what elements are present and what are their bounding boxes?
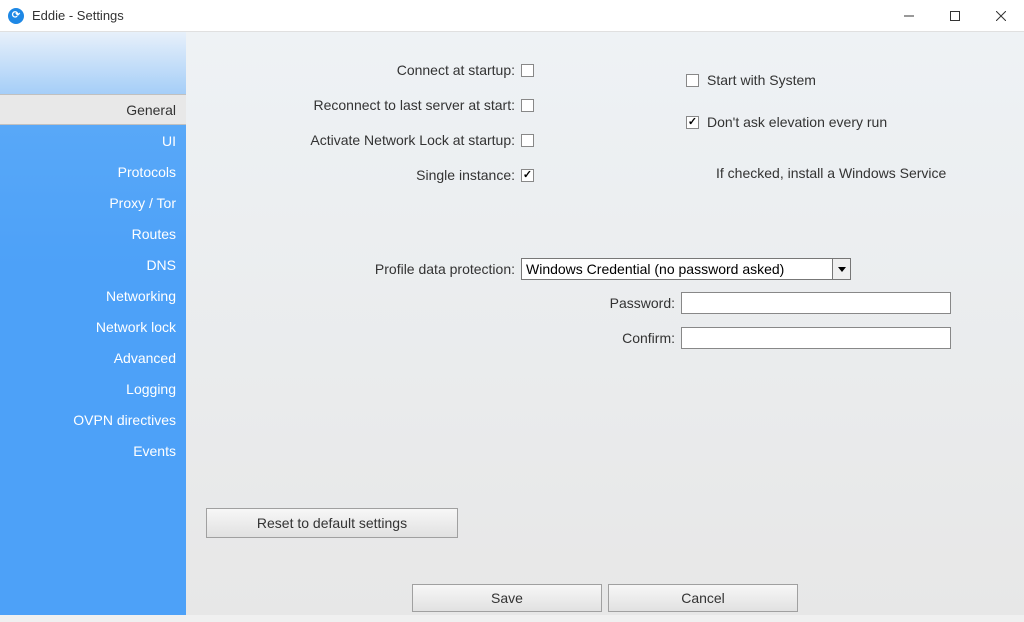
profile-protection-select[interactable]: Windows Credential (no password asked): [521, 258, 851, 280]
window-controls: [886, 0, 1024, 32]
cancel-button-label: Cancel: [681, 590, 725, 606]
confirm-label: Confirm:: [186, 330, 681, 346]
sidebar-item-routes[interactable]: Routes: [0, 218, 186, 249]
reconnect-last-checkbox[interactable]: [521, 99, 534, 112]
profile-protection-value: Windows Credential (no password asked): [526, 261, 784, 277]
reconnect-last-label: Reconnect to last server at start:: [186, 97, 521, 113]
sidebar-item-network-lock[interactable]: Network lock: [0, 311, 186, 342]
close-button[interactable]: [978, 0, 1024, 32]
single-instance-label: Single instance:: [186, 167, 521, 183]
activate-netlock-label: Activate Network Lock at startup:: [186, 132, 521, 148]
sidebar-item-label: Events: [133, 443, 176, 459]
sidebar-item-label: Routes: [132, 226, 176, 242]
password-label: Password:: [186, 295, 681, 311]
start-with-system-checkbox[interactable]: [686, 74, 699, 87]
sidebar-item-label: Protocols: [118, 164, 176, 180]
reset-button[interactable]: Reset to default settings: [206, 508, 458, 538]
sidebar-item-label: Networking: [106, 288, 176, 304]
app-icon: ⟳: [8, 8, 24, 24]
sidebar: General UI Protocols Proxy / Tor Routes …: [0, 32, 186, 615]
sidebar-item-label: DNS: [146, 257, 176, 273]
sidebar-item-proxy-tor[interactable]: Proxy / Tor: [0, 187, 186, 218]
window-title: Eddie - Settings: [32, 8, 886, 23]
sidebar-item-protocols[interactable]: Protocols: [0, 156, 186, 187]
sidebar-item-logging[interactable]: Logging: [0, 373, 186, 404]
save-button[interactable]: Save: [412, 584, 602, 612]
sidebar-item-advanced[interactable]: Advanced: [0, 342, 186, 373]
sidebar-item-label: Proxy / Tor: [109, 195, 176, 211]
sidebar-item-label: Advanced: [114, 350, 176, 366]
window-body: General UI Protocols Proxy / Tor Routes …: [0, 32, 1024, 615]
dropdown-arrow-icon: [832, 259, 850, 279]
cancel-button[interactable]: Cancel: [608, 584, 798, 612]
windows-service-hint: If checked, install a Windows Service: [716, 165, 946, 181]
titlebar: ⟳ Eddie - Settings: [0, 0, 1024, 32]
connect-at-startup-checkbox[interactable]: [521, 64, 534, 77]
sidebar-item-dns[interactable]: DNS: [0, 249, 186, 280]
sidebar-item-ovpn-directives[interactable]: OVPN directives: [0, 404, 186, 435]
sidebar-item-events[interactable]: Events: [0, 435, 186, 466]
profile-protection-label: Profile data protection:: [186, 261, 521, 277]
bottom-bar: Save Cancel: [186, 584, 1024, 622]
sidebar-item-label: Network lock: [96, 319, 176, 335]
sidebar-item-general[interactable]: General: [0, 94, 186, 125]
settings-general-panel: Connect at startup: Reconnect to last se…: [186, 32, 1024, 615]
reset-button-label: Reset to default settings: [257, 515, 407, 531]
confirm-input[interactable]: [681, 327, 951, 349]
sidebar-item-label: OVPN directives: [73, 412, 176, 428]
minimize-button[interactable]: [886, 0, 932, 32]
password-input[interactable]: [681, 292, 951, 314]
sidebar-item-label: UI: [162, 133, 176, 149]
sidebar-item-label: General: [126, 102, 176, 118]
single-instance-checkbox[interactable]: [521, 169, 534, 182]
start-with-system-label: Start with System: [699, 72, 816, 88]
save-button-label: Save: [491, 590, 523, 606]
sidebar-item-networking[interactable]: Networking: [0, 280, 186, 311]
maximize-button[interactable]: [932, 0, 978, 32]
activate-netlock-checkbox[interactable]: [521, 134, 534, 147]
sidebar-item-label: Logging: [126, 381, 176, 397]
dont-ask-elevation-label: Don't ask elevation every run: [699, 114, 887, 130]
dont-ask-elevation-checkbox[interactable]: [686, 116, 699, 129]
sidebar-item-ui[interactable]: UI: [0, 125, 186, 156]
connect-at-startup-label: Connect at startup:: [186, 62, 521, 78]
